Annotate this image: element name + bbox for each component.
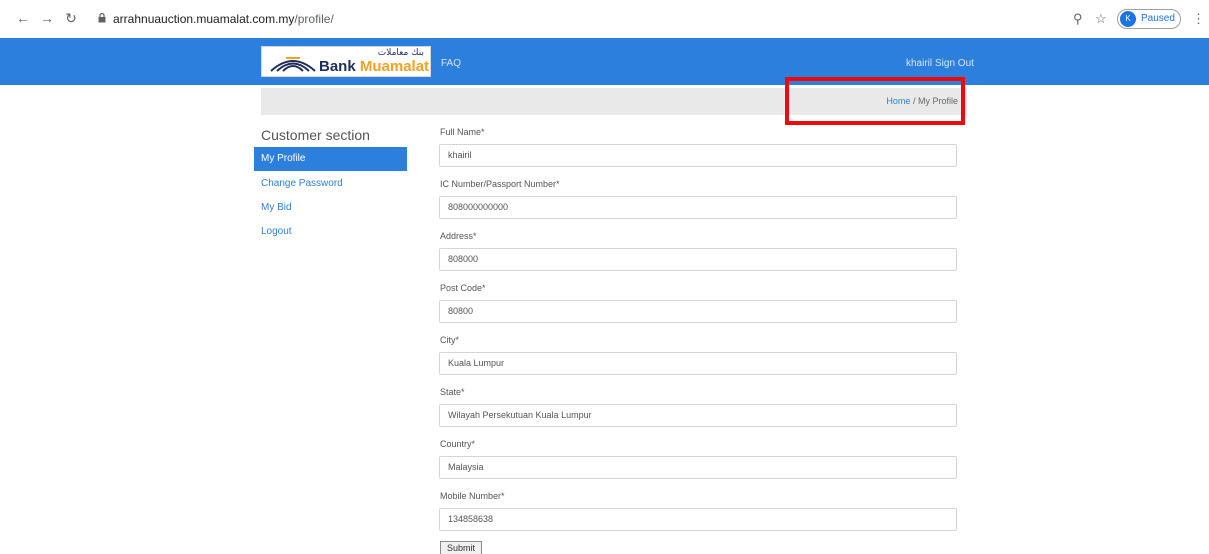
sidebar-item-change-password[interactable]: Change Password [254,172,407,196]
country-label: Country* [440,439,476,449]
ic-number-field[interactable]: 808000000000 [439,196,957,219]
logo-text-bank: Bank [319,58,360,75]
address-bar[interactable]: arrahnuauction.muamalat.com.my/profile/ [113,12,334,26]
browser-toolbar: ← → ↻ arrahnuauction.muamalat.com.my/pro… [0,0,1209,38]
sidebar-title: Customer section [261,127,370,143]
forward-icon[interactable]: → [38,9,56,27]
url-path: /profile/ [294,12,334,26]
logo-text-brand: Muamalat [359,58,430,75]
zoom-icon[interactable]: ⚲ [1073,11,1083,27]
address-label: Address* [440,231,477,241]
star-icon[interactable]: ☆ [1095,11,1107,27]
logo-arabic-text: بنك معاملات [377,48,424,58]
faq-link[interactable]: FAQ [441,58,461,69]
logo-text: Bank Muamalat [319,58,429,75]
city-field[interactable]: Kuala Lumpur [439,352,957,375]
menu-icon[interactable]: ⋮ [1192,11,1205,27]
ic-number-label: IC Number/Passport Number* [440,179,560,189]
url-host: arrahnuauction.muamalat.com.my [113,12,295,26]
profile-status: Paused [1141,13,1175,24]
post-code-label: Post Code* [440,283,486,293]
avatar: K [1120,11,1136,27]
mobile-number-field[interactable]: 134858638 [439,508,957,531]
post-code-field[interactable]: 80800 [439,300,957,323]
sidebar-item-my-bid[interactable]: My Bid [254,196,407,220]
address-field[interactable]: 808000 [439,248,957,271]
reload-icon[interactable]: ↻ [62,9,80,27]
site-header [0,38,1209,85]
sidebar-item-my-profile[interactable]: My Profile [254,147,407,171]
profile-button[interactable]: K Paused [1117,9,1181,29]
logo-arch-icon [270,57,316,72]
sidebar-item-logout[interactable]: Logout [254,220,407,244]
bank-logo[interactable]: بنك معاملات Bank Muamalat [261,46,431,77]
full-name-field[interactable]: khairil [439,144,957,167]
city-label: City* [440,335,460,345]
back-icon[interactable]: ← [14,9,32,27]
state-field[interactable]: Wilayah Persekutuan Kuala Lumpur [439,404,957,427]
sign-out-link[interactable]: Sign Out [935,58,974,69]
user-link[interactable]: khairil [906,58,932,69]
country-field[interactable]: Malaysia [439,456,957,479]
submit-button[interactable]: Submit [440,541,482,554]
highlight-annotation [785,77,965,125]
lock-icon [98,13,106,23]
state-label: State* [440,387,465,397]
mobile-number-label: Mobile Number* [440,491,505,501]
full-name-label: Full Name* [440,127,485,137]
